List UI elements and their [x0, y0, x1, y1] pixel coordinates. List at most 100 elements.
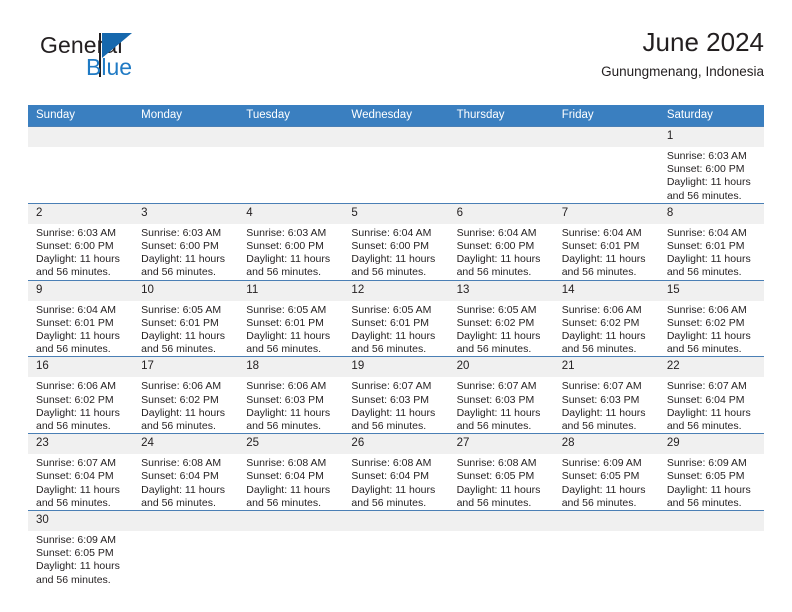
daylight-text-line2: and 56 minutes. — [456, 496, 532, 509]
daylight-text-line1: Daylight: 11 hours — [141, 253, 225, 266]
day-details: Sunrise: 6:06 AM Sunset: 6:02 PM Daylight:… — [28, 377, 133, 433]
daylight-text-line1: Daylight: 11 hours — [141, 483, 225, 496]
calendar-day-cell[interactable]: 13 Sunrise: 6:05 AM Sunset: 6:02 PM Dayligh… — [448, 279, 554, 357]
day-number — [133, 127, 239, 147]
calendar-day-cell[interactable]: 14 Sunrise: 6:06 AM Sunset: 6:02 PM Dayligh… — [553, 279, 659, 357]
calendar-day-cell[interactable]: 21 Sunrise: 6:07 AM Sunset: 6:03 PM Dayligh… — [553, 356, 659, 434]
calendar-day-cell[interactable]: 27 Sunrise: 6:08 AM Sunset: 6:05 PM Dayligh… — [448, 433, 554, 511]
sunset-text: Sunset: 6:01 PM — [36, 316, 114, 329]
daylight-text-line1: Daylight: 11 hours — [36, 483, 120, 496]
calendar-day-cell[interactable]: 10 Sunrise: 6:05 AM Sunset: 6:01 PM Dayligh… — [133, 279, 239, 357]
day-details: Sunrise: 6:06 AM Sunset: 6:02 PM Daylight:… — [554, 301, 659, 357]
calendar-day-cell[interactable]: 6 Sunrise: 6:04 AM Sunset: 6:00 PM Daylight… — [448, 202, 554, 281]
daylight-text-line1: Daylight: 11 hours — [351, 483, 436, 496]
day-number: 9 — [28, 280, 134, 301]
daylight-text-line1: Daylight: 11 hours — [561, 406, 646, 419]
day-number: 11 — [238, 280, 344, 301]
calendar-day-cell-empty — [343, 510, 449, 587]
day-number: 6 — [448, 203, 554, 224]
calendar-day-cell[interactable]: 22 Sunrise: 6:07 AM Sunset: 6:04 PM Dayligh… — [658, 356, 764, 434]
sunrise-text: Sunrise: 6:04 AM — [36, 303, 116, 316]
calendar-day-cell[interactable]: 8 Sunrise: 6:04 AM Sunset: 6:01 PM Daylight… — [658, 202, 764, 281]
calendar-day-cell[interactable]: 3 Sunrise: 6:03 AM Sunset: 6:00 PM Daylight… — [133, 202, 239, 281]
calendar-day-cell[interactable]: 17 Sunrise: 6:06 AM Sunset: 6:02 PM Dayligh… — [133, 356, 239, 434]
day-details: Sunrise: 6:06 AM Sunset: 6:02 PM Daylight:… — [659, 301, 764, 357]
calendar-day-cell[interactable]: 19 Sunrise: 6:07 AM Sunset: 6:03 PM Dayligh… — [343, 356, 449, 434]
daylight-text-line2: and 56 minutes. — [36, 420, 111, 433]
calendar-day-cell[interactable]: 28 Sunrise: 6:09 AM Sunset: 6:05 PM Dayligh… — [553, 433, 659, 511]
calendar-day-cell[interactable]: 18 Sunrise: 6:06 AM Sunset: 6:03 PM Dayligh… — [238, 356, 344, 434]
calendar-day-cell[interactable]: 9 Sunrise: 6:04 AM Sunset: 6:01 PM Daylight… — [28, 279, 134, 357]
daylight-text-line2: and 56 minutes. — [666, 266, 742, 279]
calendar-day-cell[interactable]: 15 Sunrise: 6:06 AM Sunset: 6:02 PM Dayligh… — [658, 279, 764, 357]
day-number: 26 — [343, 434, 449, 455]
calendar-day-cell[interactable]: 16 Sunrise: 6:06 AM Sunset: 6:02 PM Dayligh… — [28, 356, 134, 434]
calendar-day-cell[interactable]: 29 Sunrise: 6:09 AM Sunset: 6:05 PM Dayligh… — [658, 433, 764, 511]
daylight-text-line1: Daylight: 11 hours — [456, 406, 541, 419]
sunrise-text: Sunrise: 6:06 AM — [666, 303, 747, 316]
sunset-text: Sunset: 6:02 PM — [141, 393, 219, 406]
calendar-day-cell[interactable]: 5 Sunrise: 6:04 AM Sunset: 6:00 PM Daylight… — [343, 202, 449, 281]
sunrise-text: Sunrise: 6:04 AM — [351, 226, 432, 239]
sunset-text: Sunset: 6:00 PM — [246, 240, 324, 253]
daylight-text-line1: Daylight: 11 hours — [141, 330, 225, 343]
daylight-text-line2: and 56 minutes. — [351, 343, 427, 356]
sunrise-text: Sunrise: 6:08 AM — [351, 457, 432, 470]
sunset-text: Sunset: 6:04 PM — [246, 470, 324, 483]
day-details: Sunrise: 6:03 AM Sunset: 6:00 PM Daylight:… — [133, 224, 238, 280]
daylight-text-line1: Daylight: 11 hours — [246, 330, 331, 343]
day-details: Sunrise: 6:04 AM Sunset: 6:00 PM Daylight:… — [449, 224, 554, 280]
day-number — [553, 127, 659, 147]
calendar-day-cell[interactable]: 11 Sunrise: 6:05 AM Sunset: 6:01 PM Dayligh… — [238, 279, 344, 357]
day-number — [133, 511, 239, 532]
daylight-text-line2: and 56 minutes. — [666, 496, 742, 509]
daylight-text-line1: Daylight: 11 hours — [36, 253, 120, 266]
day-details: Sunrise: 6:09 AM Sunset: 6:05 PM Daylight:… — [554, 454, 659, 510]
calendar-day-cell[interactable]: 23 Sunrise: 6:07 AM Sunset: 6:04 PM Dayligh… — [28, 433, 134, 511]
calendar-day-cell[interactable]: 25 Sunrise: 6:08 AM Sunset: 6:04 PM Dayligh… — [238, 433, 344, 511]
daylight-text-line1: Daylight: 11 hours — [351, 406, 436, 419]
day-number — [238, 127, 344, 147]
sunset-text: Sunset: 6:05 PM — [456, 470, 535, 483]
daylight-text-line2: and 56 minutes. — [141, 343, 216, 356]
calendar-day-cell-empty — [343, 126, 449, 204]
day-details: Sunrise: 6:03 AM Sunset: 6:00 PM Daylight:… — [28, 224, 133, 280]
day-details: Sunrise: 6:03 AM Sunset: 6:00 PM Daylight:… — [238, 224, 343, 280]
day-number — [448, 511, 554, 532]
day-number: 23 — [28, 434, 134, 455]
calendar-day-cell[interactable]: 24 Sunrise: 6:08 AM Sunset: 6:04 PM Dayligh… — [133, 433, 239, 511]
calendar-day-cell-empty — [28, 126, 134, 204]
sunrise-text: Sunrise: 6:09 AM — [36, 534, 116, 547]
page-header: General Blue June 2024 Gunungmenang, Ind… — [28, 26, 764, 92]
sunset-text: Sunset: 6:02 PM — [666, 316, 745, 329]
calendar-day-cell-empty — [448, 126, 554, 204]
daylight-text-line1: Daylight: 11 hours — [246, 483, 331, 496]
sunset-text: Sunset: 6:02 PM — [456, 316, 535, 329]
calendar-day-cell[interactable]: 20 Sunrise: 6:07 AM Sunset: 6:03 PM Dayligh… — [448, 356, 554, 434]
day-number: 1 — [658, 127, 764, 147]
day-details: Sunrise: 6:07 AM Sunset: 6:03 PM Daylight:… — [449, 377, 554, 433]
calendar-day-cell[interactable]: 30 Sunrise: 6:09 AM Sunset: 6:05 PM Dayligh… — [28, 510, 134, 587]
calendar-body: 1 Sunrise: 6:03 AM Sunset: 6:00 PM Daylight… — [28, 126, 764, 587]
calendar-day-cell[interactable]: 1 Sunrise: 6:03 AM Sunset: 6:00 PM Daylight… — [658, 126, 764, 204]
calendar-day-cell[interactable]: 7 Sunrise: 6:04 AM Sunset: 6:01 PM Daylight… — [553, 202, 659, 281]
daylight-text-line1: Daylight: 11 hours — [246, 253, 331, 266]
daylight-text-line1: Daylight: 11 hours — [36, 406, 120, 419]
day-number: 22 — [658, 357, 764, 378]
calendar-day-cell[interactable]: 2 Sunrise: 6:03 AM Sunset: 6:00 PM Daylight… — [28, 202, 134, 281]
sunrise-text: Sunrise: 6:07 AM — [561, 380, 642, 393]
weekday-header-thursday: Thursday — [448, 105, 554, 127]
calendar-week-row: 1 Sunrise: 6:03 AM Sunset: 6:00 PM Daylight… — [28, 126, 764, 204]
day-number: 17 — [133, 357, 239, 378]
sunrise-text: Sunrise: 6:08 AM — [246, 457, 327, 470]
calendar-day-cell[interactable]: 26 Sunrise: 6:08 AM Sunset: 6:04 PM Dayligh… — [343, 433, 449, 511]
calendar-header-row: Sunday Monday Tuesday Wednesday Thursday… — [28, 105, 764, 127]
day-number — [343, 127, 449, 147]
sunrise-text: Sunrise: 6:08 AM — [456, 457, 537, 470]
day-details: Sunrise: 6:07 AM Sunset: 6:03 PM Daylight:… — [554, 377, 659, 433]
daylight-text-line2: and 56 minutes. — [36, 266, 111, 279]
calendar-day-cell[interactable]: 12 Sunrise: 6:05 AM Sunset: 6:01 PM Dayligh… — [343, 279, 449, 357]
calendar-day-cell[interactable]: 4 Sunrise: 6:03 AM Sunset: 6:00 PM Daylight… — [238, 202, 344, 281]
page-title: June 2024 — [642, 27, 764, 57]
sunrise-text: Sunrise: 6:06 AM — [246, 380, 327, 393]
